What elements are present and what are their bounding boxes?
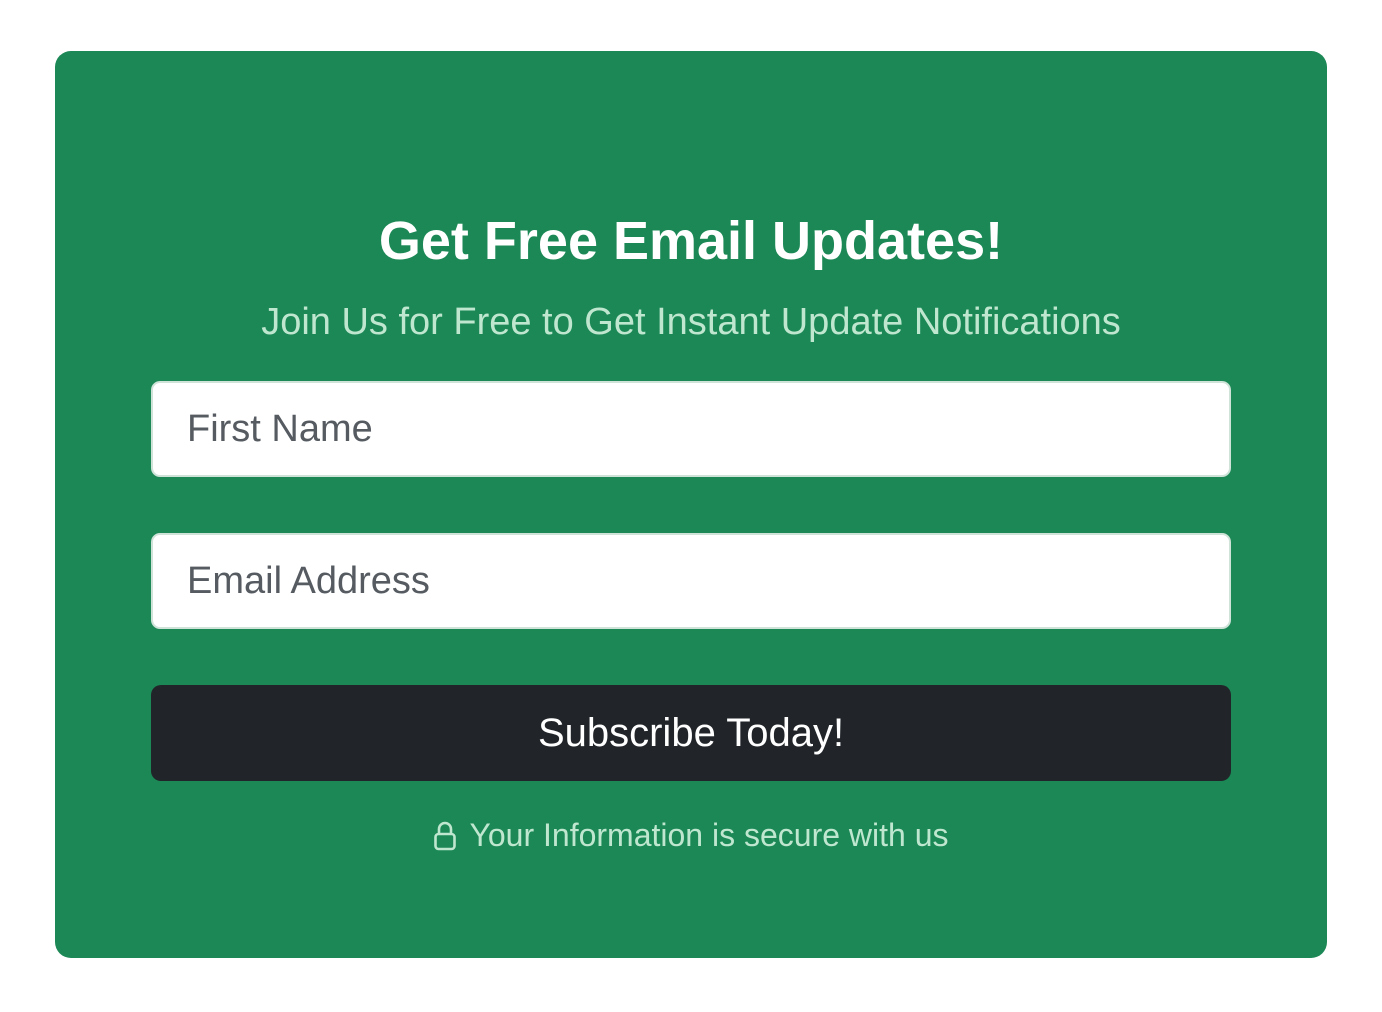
signup-subtitle: Join Us for Free to Get Instant Update N…: [261, 301, 1121, 343]
subscribe-button[interactable]: Subscribe Today!: [151, 685, 1231, 781]
first-name-input[interactable]: [151, 381, 1231, 477]
security-note-text: Your Information is secure with us: [469, 817, 949, 853]
security-note: Your Information is secure with us: [55, 813, 1327, 857]
signup-title: Get Free Email Updates!: [378, 211, 1004, 271]
lock-icon: [433, 819, 457, 851]
email-address-input[interactable]: [151, 533, 1231, 629]
email-signup-card: Get Free Email Updates! Join Us for Free…: [55, 51, 1327, 958]
